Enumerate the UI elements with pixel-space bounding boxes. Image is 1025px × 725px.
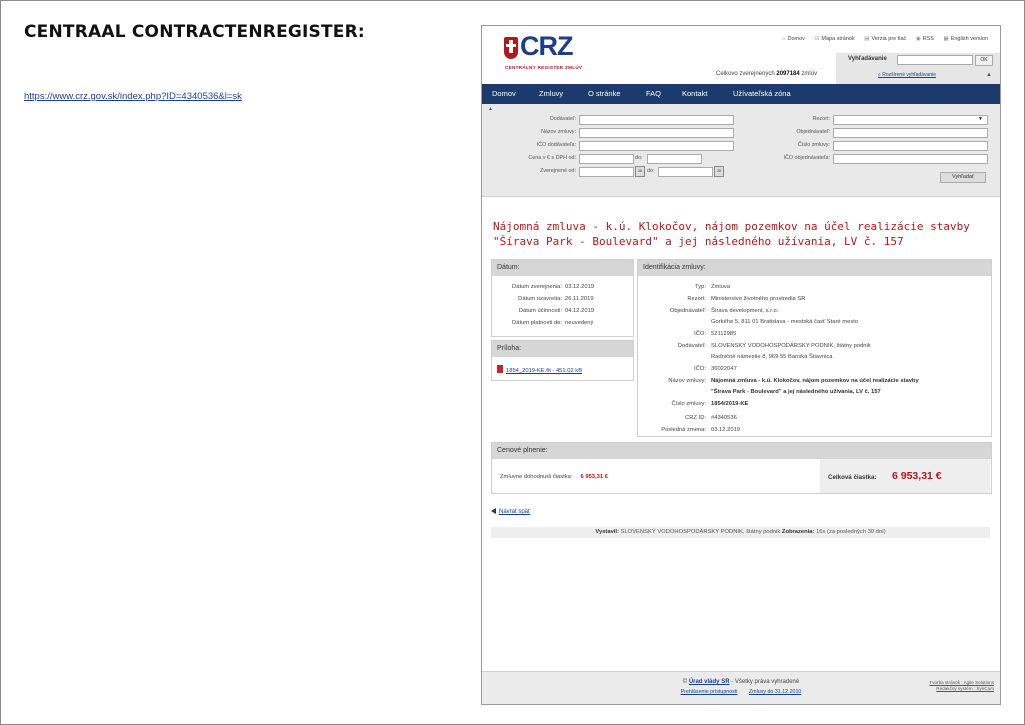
nav-home[interactable]: Domov	[492, 89, 516, 98]
nav-contracts[interactable]: Zmluvy	[539, 89, 563, 98]
filter-label-ministry: Rezort:	[812, 116, 830, 122]
search-input[interactable]	[897, 55, 973, 65]
toplink-sitemap[interactable]: ☷ Mapa stránok	[814, 36, 854, 42]
price-to-input[interactable]	[647, 154, 702, 164]
published-from-input[interactable]	[579, 167, 634, 177]
toplink-rss[interactable]: ◉ RSS	[916, 36, 934, 42]
attachment-link[interactable]: 1854_2019-KE.fit - 451.02 kB	[497, 365, 582, 374]
site-footer: © Úrad vlády SR - Všetky práva vyhradené…	[482, 671, 1000, 704]
flag-icon: ▦	[943, 36, 949, 42]
rss-icon: ◉	[915, 36, 921, 42]
pdf-icon	[497, 365, 503, 373]
back-arrow-icon	[491, 508, 496, 514]
print-icon: ▤	[864, 36, 870, 42]
nav-user-zone[interactable]: Užívateľská zóna	[733, 89, 791, 98]
crz-screenshot: CRZ CENTRÁLNY REGISTER ZMLÚV ⌂ Domov ☷ Map…	[481, 25, 1001, 705]
search-label: Vyhľadávanie	[848, 56, 887, 62]
calendar-icon[interactable]: 28	[714, 166, 724, 177]
total-amount-label: Celková čiastka:	[828, 474, 877, 481]
old-contracts-link[interactable]: Zmluvy do 31.12.2010	[749, 689, 801, 695]
logo-subtitle: CENTRÁLNY REGISTER ZMLÚV	[505, 65, 583, 70]
agreed-amount: Zmluvne dohodnutá čiastka: 6 953,31 €	[500, 474, 608, 480]
logo-text: CRZ	[520, 31, 573, 61]
credit-web[interactable]: Tvorba stránok : Agile Solutions	[929, 680, 994, 685]
search-button[interactable]: Vyhľadať	[940, 172, 986, 183]
contract-name-input[interactable]	[579, 128, 734, 138]
filter-panel: ▲ Dodávateľ: Názov zmluvy: IČO dodávateľ…	[482, 104, 1000, 197]
footer-copyright: © Úrad vlády SR - Všetky práva vyhradené	[682, 679, 800, 685]
contract-number-input[interactable]	[833, 141, 988, 151]
contract-count: Celkovo zverejnených 2097184 zmlúv	[716, 71, 818, 77]
orderer-input[interactable]	[833, 128, 988, 138]
calendar-icon[interactable]: 28	[635, 166, 645, 177]
footer-links: Prehlásenie prístupnosti Zmluvy do 31.12…	[482, 689, 1000, 695]
filter-label-supplier-ico: IČO dodávateľa:	[536, 142, 576, 148]
filter-label-number: Číslo zmluvy:	[797, 142, 830, 148]
issued-by-bar: Vystavil: SLOVENSKÝ VODOHOSPODÁRSKY PODN…	[491, 527, 990, 538]
back-link[interactable]: Návrat späť	[491, 508, 530, 515]
attachment-panel: Príloha: 1854_2019-KE.fit - 451.02 kB	[491, 340, 634, 381]
credit-cms[interactable]: Redakčný systém : SynCom	[936, 686, 994, 691]
total-amount-box: Celková čiastka: 6 953,31 €	[820, 459, 990, 493]
main-nav: Domov Zmluvy O stránke FAQ Kontakt Užíva…	[482, 84, 1000, 104]
filter-label-orderer: Objednávateľ:	[796, 129, 830, 135]
published-to-input[interactable]	[658, 167, 713, 177]
price-header: Cenové plnenie:	[492, 443, 991, 459]
supplier-input[interactable]	[579, 115, 734, 125]
sitemap-icon: ☷	[814, 36, 820, 42]
nav-contact[interactable]: Kontakt	[682, 89, 707, 98]
source-link[interactable]: https://www.crz.gov.sk/index.php?ID=4340…	[24, 91, 242, 102]
coat-of-arms-icon	[504, 37, 518, 59]
toplink-english[interactable]: ▦ English version	[944, 36, 989, 42]
search-box: Vyhľadávanie OK ⌕ Rozšírené vyhľadávanie…	[836, 53, 1000, 84]
nav-about[interactable]: O stránke	[588, 89, 621, 98]
dates-header: Dátum:	[492, 260, 633, 276]
filter-label-orderer-ico: IČO objednávateľa:	[783, 155, 830, 161]
supplier-ico-input[interactable]	[579, 141, 734, 151]
dropdown-arrow-icon[interactable]: ▼	[978, 116, 983, 122]
identification-header: Identifikácia zmluvy:	[638, 260, 991, 276]
nav-faq[interactable]: FAQ	[646, 89, 661, 98]
filter-label-name: Názov zmluvy:	[540, 129, 576, 135]
dates-panel: Dátum: Dátum zverejnenia: 03.12.2019 Dátu…	[491, 259, 634, 337]
crz-logo[interactable]: CRZ CENTRÁLNY REGISTER ZMLÚV	[504, 31, 584, 77]
published-to-label: do:	[647, 168, 655, 174]
filter-label-published-from: Zverejnené od:	[540, 168, 576, 174]
office-link[interactable]: Úrad vlády SR	[689, 679, 730, 685]
filter-label-price-from: Cena v € s DPH od:	[528, 155, 576, 161]
site-header: CRZ CENTRÁLNY REGISTER ZMLÚV ⌂ Domov ☷ Map…	[482, 26, 1000, 84]
footer-credits: Tvorba stránok : Agile Solutions Redakčn…	[929, 680, 994, 692]
price-panel: Cenové plnenie: Zmluvne dohodnutá čiastk…	[491, 442, 992, 494]
collapse-arrow-icon[interactable]: ▲	[986, 72, 992, 78]
total-amount-value: 6 953,31 €	[892, 470, 942, 482]
collapse-filter-icon[interactable]: ▲	[488, 106, 493, 112]
accessibility-link[interactable]: Prehlásenie prístupnosti	[681, 689, 738, 695]
contract-title: Nájomná zmluva - k.ú. Klokočov, nájom po…	[493, 220, 970, 248]
toplink-home[interactable]: ⌂ Domov	[782, 36, 805, 42]
toplink-print[interactable]: ▤ Verzia pre tlač	[864, 36, 906, 42]
attachment-header: Príloha:	[492, 341, 633, 357]
ministry-select[interactable]	[833, 115, 988, 125]
top-links: ⌂ Domov ☷ Mapa stránok ▤ Verzia pre tlač ◉ R…	[774, 36, 988, 42]
filter-label-supplier: Dodávateľ:	[549, 116, 576, 122]
price-from-input[interactable]	[579, 154, 634, 164]
price-to-label: do:	[635, 155, 643, 161]
advanced-search-link[interactable]: ⌕ Rozšírené vyhľadávanie	[878, 72, 936, 78]
identification-panel: Identifikácia zmluvy: Typ: Zmluva Rezort:…	[637, 259, 992, 437]
search-ok-button[interactable]: OK	[975, 55, 993, 66]
document-title: CENTRAAL CONTRACTENREGISTER:	[24, 22, 365, 42]
orderer-ico-input[interactable]	[833, 154, 988, 164]
home-icon: ⌂	[782, 36, 786, 42]
